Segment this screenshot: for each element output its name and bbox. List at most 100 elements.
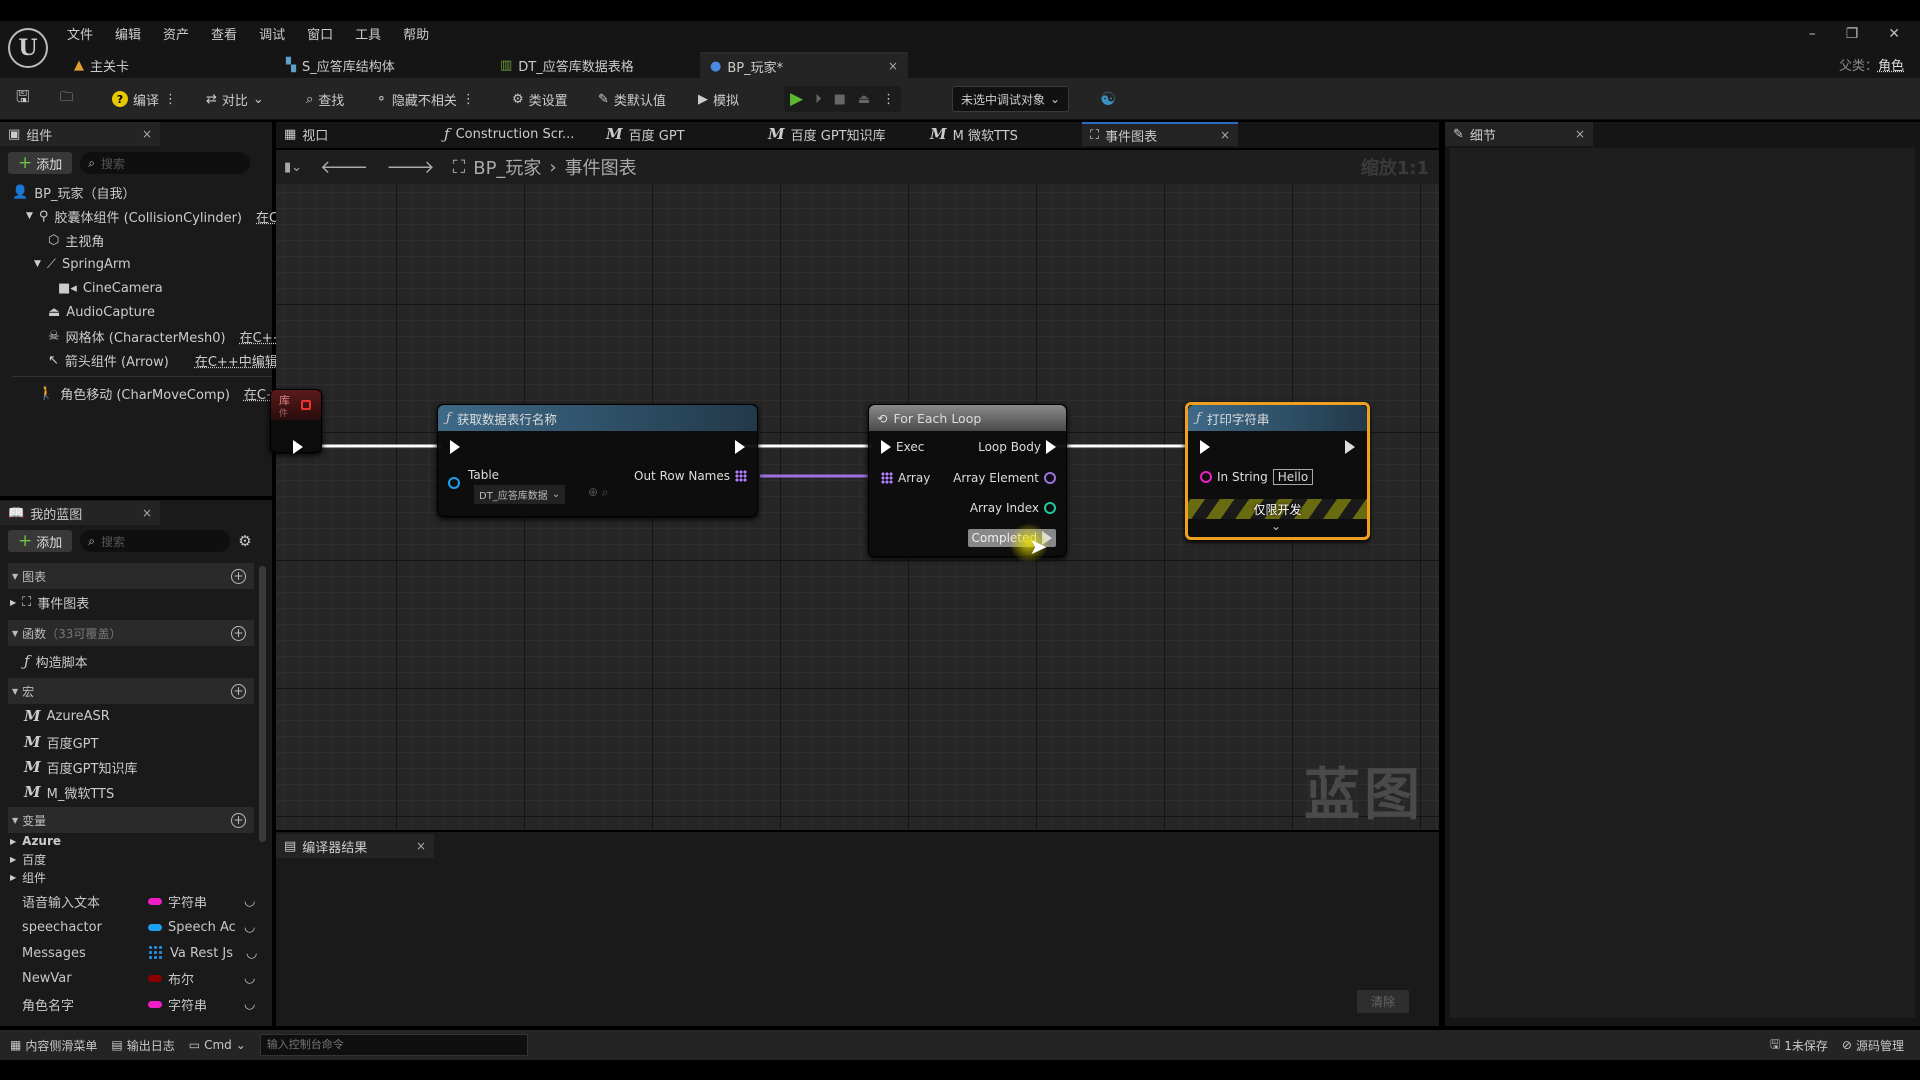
- components-search-input[interactable]: ⌕ 搜索: [80, 152, 251, 174]
- component-item[interactable]: ▼ ⟋ SpringArm: [12, 252, 272, 276]
- node-partial[interactable]: 库 件: [270, 389, 322, 454]
- section-variables[interactable]: ▼ 变量 +: [8, 807, 254, 833]
- console-input[interactable]: [259, 1034, 528, 1056]
- save-button[interactable]: 🖫: [16, 86, 30, 112]
- out-row-names-pin[interactable]: Out Row Names: [634, 469, 747, 483]
- more-icon[interactable]: ⋮: [164, 92, 177, 107]
- menu-debug[interactable]: 调试: [259, 24, 285, 43]
- compile-button[interactable]: ? 编译 ⋮: [112, 86, 177, 112]
- exec-in-pin[interactable]: [450, 440, 460, 454]
- find-button[interactable]: ⌕ 查找: [306, 86, 344, 112]
- function-item[interactable]: ƒ 构造脚本: [24, 649, 88, 673]
- step-icon[interactable]: ⏵: [815, 92, 822, 107]
- close-icon[interactable]: ×: [1575, 127, 1585, 141]
- array-in-pin[interactable]: Array: [881, 471, 930, 485]
- class-defaults-button[interactable]: ✎ 类默认值: [598, 86, 666, 112]
- close-window-icon[interactable]: ✕: [1888, 26, 1900, 42]
- browse-button[interactable]: 🗀: [60, 86, 73, 112]
- exec-out-pin[interactable]: [293, 440, 303, 454]
- tab-my-blueprint[interactable]: 📖 我的蓝图 ×: [0, 501, 160, 525]
- tab-details[interactable]: ✎ 细节 ×: [1445, 122, 1593, 146]
- node-print-string[interactable]: ƒ 打印字符串 In String Hello 仅限开发 ⌄: [1185, 402, 1370, 540]
- tab-ms-tts[interactable]: MM 微软TTS: [922, 122, 1026, 146]
- doc-tab-main-level[interactable]: ▲ 主关卡: [64, 52, 139, 78]
- play-icon[interactable]: ▶: [790, 89, 803, 109]
- bookmark-icon[interactable]: ▮⌄: [284, 160, 302, 175]
- menu-edit[interactable]: 编辑: [115, 24, 141, 43]
- menu-view[interactable]: 查看: [211, 24, 237, 43]
- exec-out-pin[interactable]: [735, 440, 745, 454]
- content-drawer-button[interactable]: ▦ 内容侧滑菜单: [10, 1037, 97, 1054]
- close-icon[interactable]: ×: [888, 59, 898, 73]
- section-functions[interactable]: ▼ 函数 （33可覆盖） +: [8, 620, 254, 646]
- event-delegate-pin[interactable]: [301, 400, 311, 410]
- node-for-each-loop[interactable]: ⟲ For Each Loop Exec Loop Body Array Arra…: [868, 404, 1067, 563]
- node-get-data-table-row-names[interactable]: ƒ 获取数据表行名称 Table DT_应答库数据 ⌄ ⊕ ⌕ Out Row Na…: [437, 404, 758, 517]
- component-item[interactable]: ⏏ AudioCapture: [12, 300, 272, 324]
- menu-asset[interactable]: 资产: [163, 24, 189, 43]
- gear-icon[interactable]: ⚙: [238, 532, 251, 550]
- doc-tab-bp-player[interactable]: ● BP_玩家* ×: [700, 52, 908, 78]
- eye-closed-icon[interactable]: ◡: [244, 894, 255, 909]
- debug-world-button[interactable]: ☯: [1100, 86, 1116, 112]
- component-item[interactable]: ⬡ 主视角: [12, 228, 272, 252]
- in-string-input[interactable]: Hello: [1272, 469, 1314, 485]
- exec-in-pin[interactable]: Exec: [881, 440, 924, 454]
- component-item[interactable]: 🚶角色移动 (CharMoveComp)在C++中: [12, 381, 301, 405]
- component-item[interactable]: ☠ 网格体 (CharacterMesh0) 在C++中: [12, 324, 297, 348]
- menu-help[interactable]: 帮助: [403, 24, 429, 43]
- eject-icon[interactable]: ⏏: [858, 92, 870, 107]
- collapse-arrow-icon[interactable]: ▼: [34, 259, 41, 269]
- more-icon[interactable]: ⋮: [462, 92, 475, 107]
- unsaved-button[interactable]: 🖫 1未保存: [1770, 1035, 1828, 1056]
- doc-tab-struct[interactable]: ▚ S_应答库结构体: [276, 52, 405, 78]
- back-arrow-icon[interactable]: 🡐: [320, 157, 368, 178]
- minimize-icon[interactable]: –: [1809, 26, 1816, 42]
- add-macro-icon[interactable]: +: [231, 683, 246, 699]
- doc-tab-datatable[interactable]: ▥ DT_应答库数据表格: [490, 52, 644, 78]
- my-blueprint-search-input[interactable]: ⌕ 搜索: [80, 530, 231, 552]
- forward-arrow-icon[interactable]: 🡒: [386, 157, 434, 178]
- in-string-pin[interactable]: In String Hello: [1200, 469, 1314, 485]
- tab-viewport[interactable]: ▦ 视口: [276, 122, 336, 146]
- stop-icon[interactable]: ■: [834, 92, 846, 107]
- eye-closed-icon[interactable]: ◡: [244, 920, 255, 935]
- macro-item[interactable]: M 百度GPT知识库: [24, 755, 137, 779]
- add-variable-icon[interactable]: +: [231, 812, 246, 828]
- eye-closed-icon[interactable]: ◡: [246, 946, 257, 961]
- exec-out-pin[interactable]: [1345, 440, 1355, 454]
- loop-body-pin[interactable]: Loop Body: [978, 440, 1056, 454]
- exec-in-pin[interactable]: [1200, 440, 1210, 454]
- scrollbar[interactable]: [259, 566, 266, 842]
- tab-compiler-results[interactable]: ▤ 编译器结果 ×: [276, 834, 434, 858]
- parent-class-link[interactable]: 角色: [1878, 55, 1904, 74]
- close-icon[interactable]: ×: [416, 839, 426, 853]
- variable-category[interactable]: ▶ 组件: [10, 868, 46, 886]
- variable-category[interactable]: ▶ 百度: [10, 850, 46, 868]
- output-log-button[interactable]: ▤ 输出日志: [111, 1037, 174, 1054]
- collapse-arrow-icon[interactable]: ▼: [26, 211, 33, 221]
- add-component-button[interactable]: + 添加: [8, 152, 73, 174]
- array-element-pin[interactable]: Array Element: [953, 471, 1056, 485]
- menu-window[interactable]: 窗口: [307, 24, 333, 43]
- restore-icon[interactable]: ❐: [1846, 26, 1859, 42]
- eye-closed-icon[interactable]: ◡: [244, 971, 255, 986]
- tab-construction-script[interactable]: ƒ Construction Scr...: [436, 122, 582, 146]
- menu-file[interactable]: 文件: [67, 24, 93, 43]
- more-icon[interactable]: ⋮: [882, 92, 895, 107]
- add-member-button[interactable]: + 添加: [8, 530, 73, 552]
- tab-baidu-gpt-kb[interactable]: M 百度 GPT知识库: [760, 122, 894, 146]
- cmd-select[interactable]: ▭ Cmd ⌄: [189, 1038, 246, 1052]
- tab-event-graph[interactable]: ⛶ 事件图表 ×: [1082, 122, 1238, 146]
- macro-item[interactable]: M 百度GPT: [24, 730, 98, 754]
- debug-target-select[interactable]: 未选中调试对象 ⌄: [952, 86, 1070, 112]
- section-macros[interactable]: ▼ 宏 +: [8, 678, 254, 704]
- clear-button[interactable]: 清除: [1356, 990, 1409, 1013]
- graph-item-event-graph[interactable]: ▶ ⛶ 事件图表: [10, 590, 89, 614]
- close-icon[interactable]: ×: [142, 127, 152, 141]
- expand-chevron-icon[interactable]: ⌄: [1271, 519, 1281, 533]
- simulate-button[interactable]: ▶ 模拟: [698, 86, 739, 112]
- variable-item[interactable]: Messages Va Rest Js ◡: [22, 941, 262, 965]
- variable-item[interactable]: 语音输入文本 字符串 ◡: [22, 889, 262, 913]
- unreal-logo[interactable]: U: [8, 28, 48, 68]
